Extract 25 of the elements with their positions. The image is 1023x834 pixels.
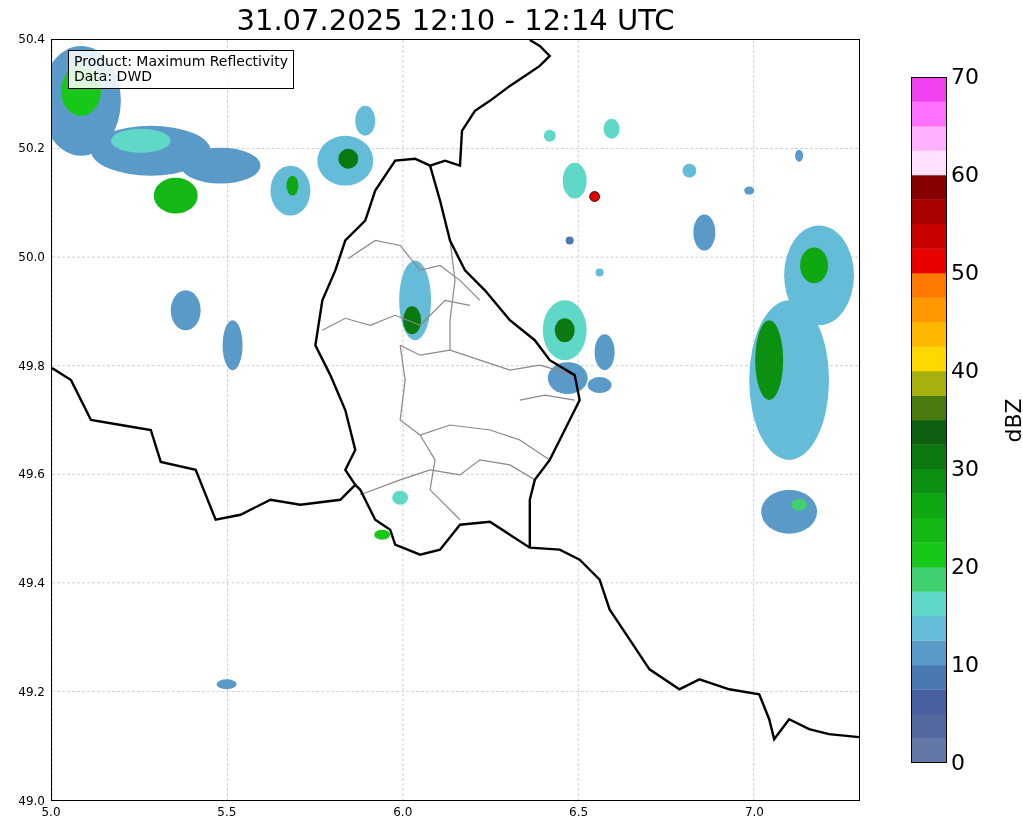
colorbar-label: dBZ bbox=[1000, 397, 1023, 443]
colorbar-tick-label: 10 bbox=[951, 654, 979, 676]
x-tick-label: 6.5 bbox=[569, 805, 589, 819]
colorbar-tick-label: 50 bbox=[951, 262, 979, 284]
y-tick-label: 50.2 bbox=[18, 140, 45, 155]
x-tick-label: 5.0 bbox=[41, 805, 61, 819]
x-tick-label: 5.5 bbox=[217, 805, 237, 819]
x-tick-label: 7.0 bbox=[744, 805, 764, 819]
x-tick-label: 6.0 bbox=[393, 805, 413, 819]
y-tick-label: 49.4 bbox=[18, 576, 45, 591]
colorbar-tick-label: 0 bbox=[951, 752, 965, 774]
y-tick-label: 50.0 bbox=[18, 249, 45, 264]
y-tick-label: 49.8 bbox=[18, 358, 45, 373]
y-tick-label: 49.2 bbox=[18, 685, 45, 700]
y-tick-label: 50.4 bbox=[18, 32, 45, 46]
y-tick-label: 49.6 bbox=[18, 467, 45, 482]
legend-text: Data: DWD bbox=[74, 69, 153, 85]
colorbar-tick-label: 30 bbox=[951, 458, 979, 480]
colorbar-tick-label: 20 bbox=[951, 556, 979, 578]
colorbar-tick-label: 60 bbox=[951, 164, 979, 186]
figure-title: 31.07.2025 12:10 - 12:14 UTC bbox=[235, 2, 676, 39]
colorbar-tick-label: 40 bbox=[951, 360, 979, 382]
colorbar-tick-label: 70 bbox=[951, 66, 979, 88]
legend-text: Product: Maximum Reflectivity bbox=[74, 54, 288, 70]
y-tick-label: 49.0 bbox=[18, 794, 45, 808]
